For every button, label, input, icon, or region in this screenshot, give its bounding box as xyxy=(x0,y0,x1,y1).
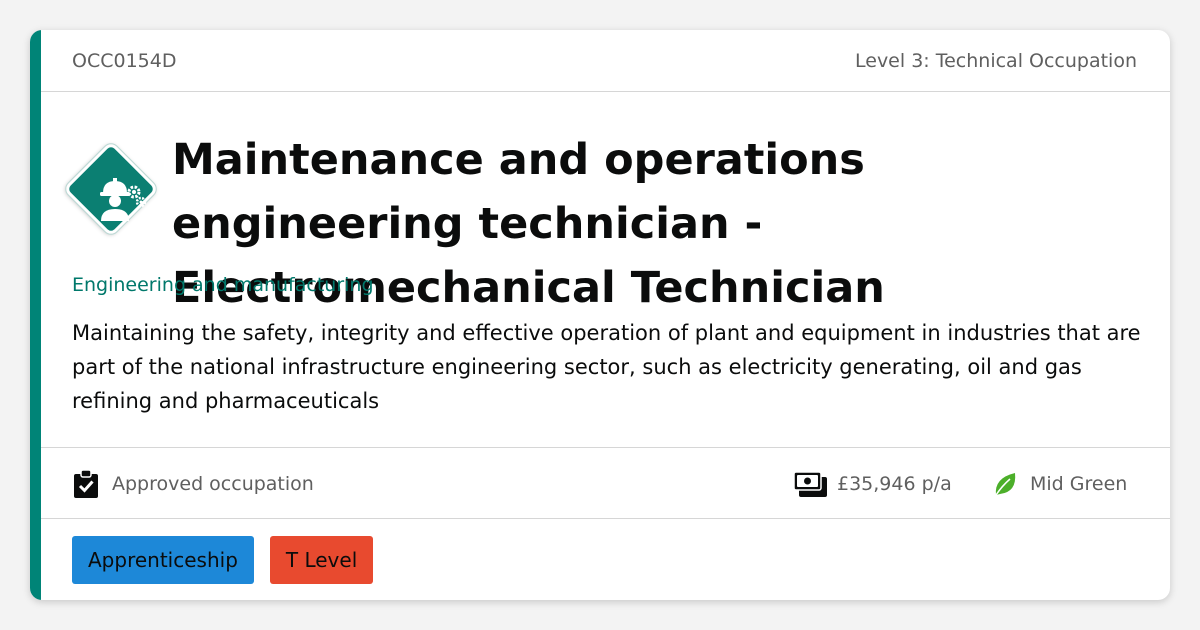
occupation-code: OCC0154D xyxy=(72,50,177,72)
tag-apprenticeship[interactable]: Apprenticeship xyxy=(72,536,254,584)
sector-link[interactable]: Engineering and manufacturing xyxy=(72,274,374,296)
occupation-description: Maintaining the safety, integrity and ef… xyxy=(72,321,1141,413)
leaf-icon xyxy=(995,473,1016,496)
salary: £35,946 p/a xyxy=(793,468,952,500)
engineer-gears-icon xyxy=(100,178,147,221)
approval-status-label: Approved occupation xyxy=(112,473,314,495)
approval-status: Approved occupation xyxy=(72,468,314,500)
salary-label: £35,946 p/a xyxy=(837,473,952,495)
green-rating: Mid Green xyxy=(992,468,1127,500)
tag-t-level[interactable]: T Level xyxy=(269,536,374,584)
money-icon xyxy=(793,471,827,497)
route-tags: Apprenticeship T Level xyxy=(72,536,374,584)
occupation-level: Level 3: Technical Occupation xyxy=(855,50,1137,72)
green-rating-label: Mid Green xyxy=(1030,473,1128,495)
clipboard-check-icon xyxy=(74,469,98,498)
occupation-card: OCC0154D Level 3: Technical Occupation M… xyxy=(30,30,1170,600)
occupation-meta-row: Approved occupation £35,946 p/a Mid Gree… xyxy=(41,447,1170,519)
card-header: OCC0154D Level 3: Technical Occupation xyxy=(41,30,1170,92)
card-accent-bar xyxy=(30,30,41,600)
